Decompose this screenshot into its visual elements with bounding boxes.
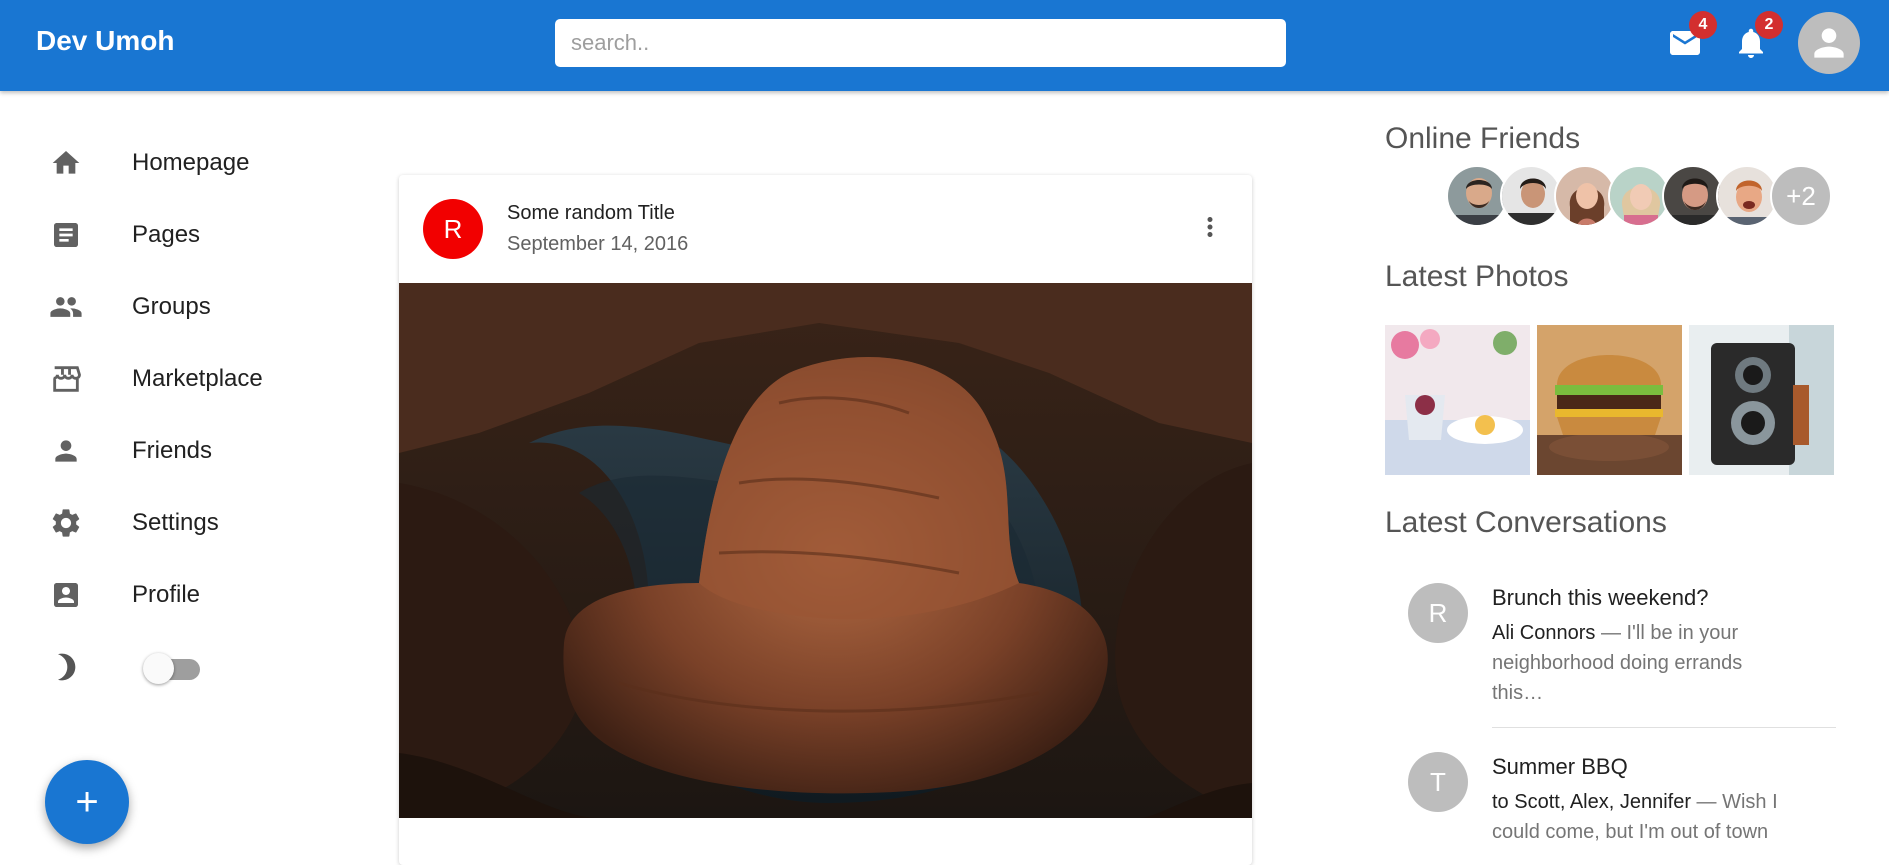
sidebar-item-label: Settings bbox=[132, 509, 219, 536]
home-icon bbox=[49, 146, 83, 180]
friend-avatar[interactable] bbox=[1500, 165, 1562, 227]
sidebar-item-label: Pages bbox=[132, 221, 201, 248]
photo-thumbnail[interactable] bbox=[1385, 325, 1530, 475]
post-card: R Some random Title September 14, 2016 bbox=[399, 175, 1252, 865]
account-avatar[interactable] bbox=[1798, 12, 1860, 74]
conversation-avatar: T bbox=[1408, 752, 1468, 812]
group-icon bbox=[49, 290, 83, 324]
conversation-preview: to Scott, Alex, Jennifer — Wish I could … bbox=[1492, 787, 1792, 847]
sidebar-item-pages[interactable]: Pages bbox=[0, 205, 360, 265]
conversation-preview: Ali Connors — I'll be in your neighborho… bbox=[1492, 618, 1792, 708]
friend-avatar[interactable] bbox=[1608, 165, 1670, 227]
friend-avatar[interactable] bbox=[1716, 165, 1778, 227]
conversation-sender: to Scott, Alex, Jennifer bbox=[1492, 791, 1691, 813]
photo-thumbnail[interactable] bbox=[1689, 325, 1834, 475]
conversation-item[interactable]: R Brunch this weekend? Ali Connors — I'l… bbox=[1385, 583, 1835, 713]
sidebar: Homepage Pages Groups Marketplace Friend… bbox=[0, 91, 360, 849]
conversation-title: Brunch this weekend? bbox=[1492, 585, 1709, 610]
account-box-icon bbox=[49, 578, 83, 612]
latest-conversations-heading: Latest Conversations bbox=[1385, 506, 1667, 539]
friend-avatar[interactable] bbox=[1662, 165, 1724, 227]
moon-icon bbox=[50, 650, 82, 689]
notification-badge: 2 bbox=[1755, 11, 1783, 39]
dark-mode-toggle[interactable] bbox=[143, 653, 203, 684]
post-date: September 14, 2016 bbox=[507, 233, 689, 255]
sidebar-item-groups[interactable]: Groups bbox=[0, 277, 360, 337]
toggle-thumb bbox=[143, 653, 174, 684]
sidebar-item-friends[interactable]: Friends bbox=[0, 421, 360, 481]
conversation-item[interactable]: T Summer BBQ to Scott, Alex, Jennifer — … bbox=[1385, 752, 1835, 852]
article-icon bbox=[49, 218, 83, 252]
app-brand[interactable]: Dev Umoh bbox=[36, 25, 174, 57]
post-avatar: R bbox=[423, 199, 483, 259]
storefront-icon bbox=[49, 362, 83, 396]
sidebar-item-label: Groups bbox=[132, 293, 211, 320]
add-fab-button[interactable]: + bbox=[45, 760, 129, 844]
gear-icon bbox=[49, 506, 83, 540]
sidebar-item-settings[interactable]: Settings bbox=[0, 493, 360, 553]
person-icon bbox=[49, 434, 83, 468]
latest-photos-heading: Latest Photos bbox=[1385, 260, 1569, 293]
more-vert-icon bbox=[1207, 217, 1213, 237]
conversation-sender: Ali Connors bbox=[1492, 622, 1596, 644]
divider bbox=[1492, 727, 1836, 728]
sidebar-item-marketplace[interactable]: Marketplace bbox=[0, 349, 360, 409]
friend-avatar[interactable] bbox=[1554, 165, 1616, 227]
person-icon bbox=[1814, 28, 1844, 58]
sidebar-item-label: Marketplace bbox=[132, 365, 263, 392]
sidebar-item-label: Friends bbox=[132, 437, 213, 464]
search-input[interactable] bbox=[555, 19, 1286, 67]
theme-row bbox=[0, 643, 360, 691]
mail-button[interactable]: 4 bbox=[1665, 11, 1717, 63]
online-friends-heading: Online Friends bbox=[1385, 122, 1581, 155]
notifications-button[interactable]: 2 bbox=[1731, 11, 1783, 63]
conversation-avatar: R bbox=[1408, 583, 1468, 643]
friend-avatar[interactable] bbox=[1446, 165, 1508, 227]
sidebar-item-label: Profile bbox=[132, 581, 201, 608]
app-bar: Dev Umoh 4 2 bbox=[0, 0, 1889, 91]
more-friends-badge[interactable]: +2 bbox=[1770, 165, 1832, 227]
sidebar-item-label: Homepage bbox=[132, 149, 250, 176]
photo-thumbnail[interactable] bbox=[1537, 325, 1682, 475]
sidebar-item-profile[interactable]: Profile bbox=[0, 565, 360, 625]
sidebar-item-homepage[interactable]: Homepage bbox=[0, 133, 360, 193]
post-menu-button[interactable] bbox=[1192, 207, 1228, 247]
post-image bbox=[399, 283, 1252, 818]
mail-badge: 4 bbox=[1689, 11, 1717, 39]
post-title: Some random Title bbox=[507, 202, 675, 224]
conversation-title: Summer BBQ bbox=[1492, 754, 1628, 779]
